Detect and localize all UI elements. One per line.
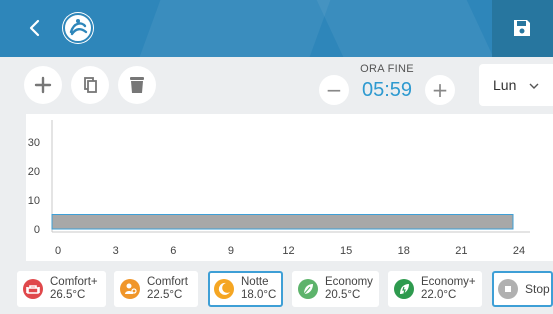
y-tick-label: 20 (28, 166, 40, 178)
stop-icon (498, 279, 518, 299)
x-tick-label: 15 (340, 245, 352, 257)
leaf-icon (298, 279, 318, 299)
mode-temperature: 22.5°C (147, 289, 183, 301)
header-bar (0, 0, 553, 57)
mode-temperature: 20.5°C (325, 289, 361, 301)
schedule-chart-svg: 0 10 20 30 0 3 6 9 12 15 18 21 24 (28, 120, 530, 257)
y-tick-label: 10 (28, 195, 40, 207)
header-decoration (139, 0, 331, 57)
save-button[interactable] (492, 0, 553, 57)
x-tick-label: 0 (55, 245, 61, 257)
y-tick-label: 30 (28, 137, 40, 149)
mode-button-economy-plus[interactable]: Economy+ 22.0°C (388, 271, 482, 307)
day-select-value: Lun (493, 77, 517, 93)
x-tick-label: 24 (513, 245, 525, 257)
add-button[interactable] (24, 66, 62, 104)
plus-icon: + (431, 78, 449, 102)
minus-icon: − (325, 78, 343, 102)
header-decoration (316, 0, 494, 57)
mode-temperature: 22.0°C (421, 289, 457, 301)
end-time-value: 05:59 (361, 79, 413, 101)
copy-icon (84, 77, 97, 93)
mode-temperature: 18.0°C (241, 289, 277, 301)
schedule-segment-bar (51, 214, 514, 230)
mode-name: Economy (325, 276, 373, 288)
mode-name: Notte (241, 276, 269, 288)
back-button[interactable] (24, 16, 46, 40)
mode-button-notte[interactable]: Notte 18.0°C (208, 271, 283, 307)
decrement-time-button[interactable]: − (319, 75, 349, 105)
x-tick-label: 21 (455, 245, 467, 257)
mode-name: Stop (525, 282, 550, 296)
mode-button-comfort[interactable]: Comfort 22.5°C (114, 271, 198, 307)
x-tick-label: 18 (398, 245, 410, 257)
delete-button[interactable] (118, 66, 156, 104)
copy-button[interactable] (71, 66, 109, 104)
person-icon (120, 279, 140, 299)
climate-logo-icon (62, 12, 94, 44)
increment-time-button[interactable]: + (425, 75, 455, 105)
mode-name: Economy+ (421, 276, 476, 288)
mode-name: Comfort+ (50, 276, 98, 288)
x-tick-label: 6 (170, 245, 176, 257)
floppy-disk-icon (514, 20, 530, 36)
schedule-chart[interactable]: 0 10 20 30 0 3 6 9 12 15 18 21 24 (26, 114, 553, 261)
x-tick-label: 12 (282, 245, 294, 257)
y-tick-label: 0 (34, 224, 40, 236)
mode-button-stop[interactable]: Stop (492, 271, 553, 307)
moon-icon (214, 279, 234, 299)
chevron-down-icon (529, 83, 539, 89)
trash-icon (130, 77, 144, 93)
mode-button-economy[interactable]: Economy 20.5°C (292, 271, 379, 307)
day-select[interactable]: Lun (479, 64, 553, 106)
plus-icon (34, 76, 52, 94)
eco-leaf-icon (394, 279, 414, 299)
x-tick-label: 3 (113, 245, 119, 257)
x-tick-label: 9 (228, 245, 234, 257)
chevron-left-icon (29, 19, 40, 37)
sofa-icon (23, 279, 43, 299)
end-time-label: ORA FINE (360, 63, 414, 75)
mode-name: Comfort (147, 276, 188, 288)
mode-button-comfort-plus[interactable]: Comfort+ 26.5°C (17, 271, 106, 307)
mode-temperature: 26.5°C (50, 289, 86, 301)
